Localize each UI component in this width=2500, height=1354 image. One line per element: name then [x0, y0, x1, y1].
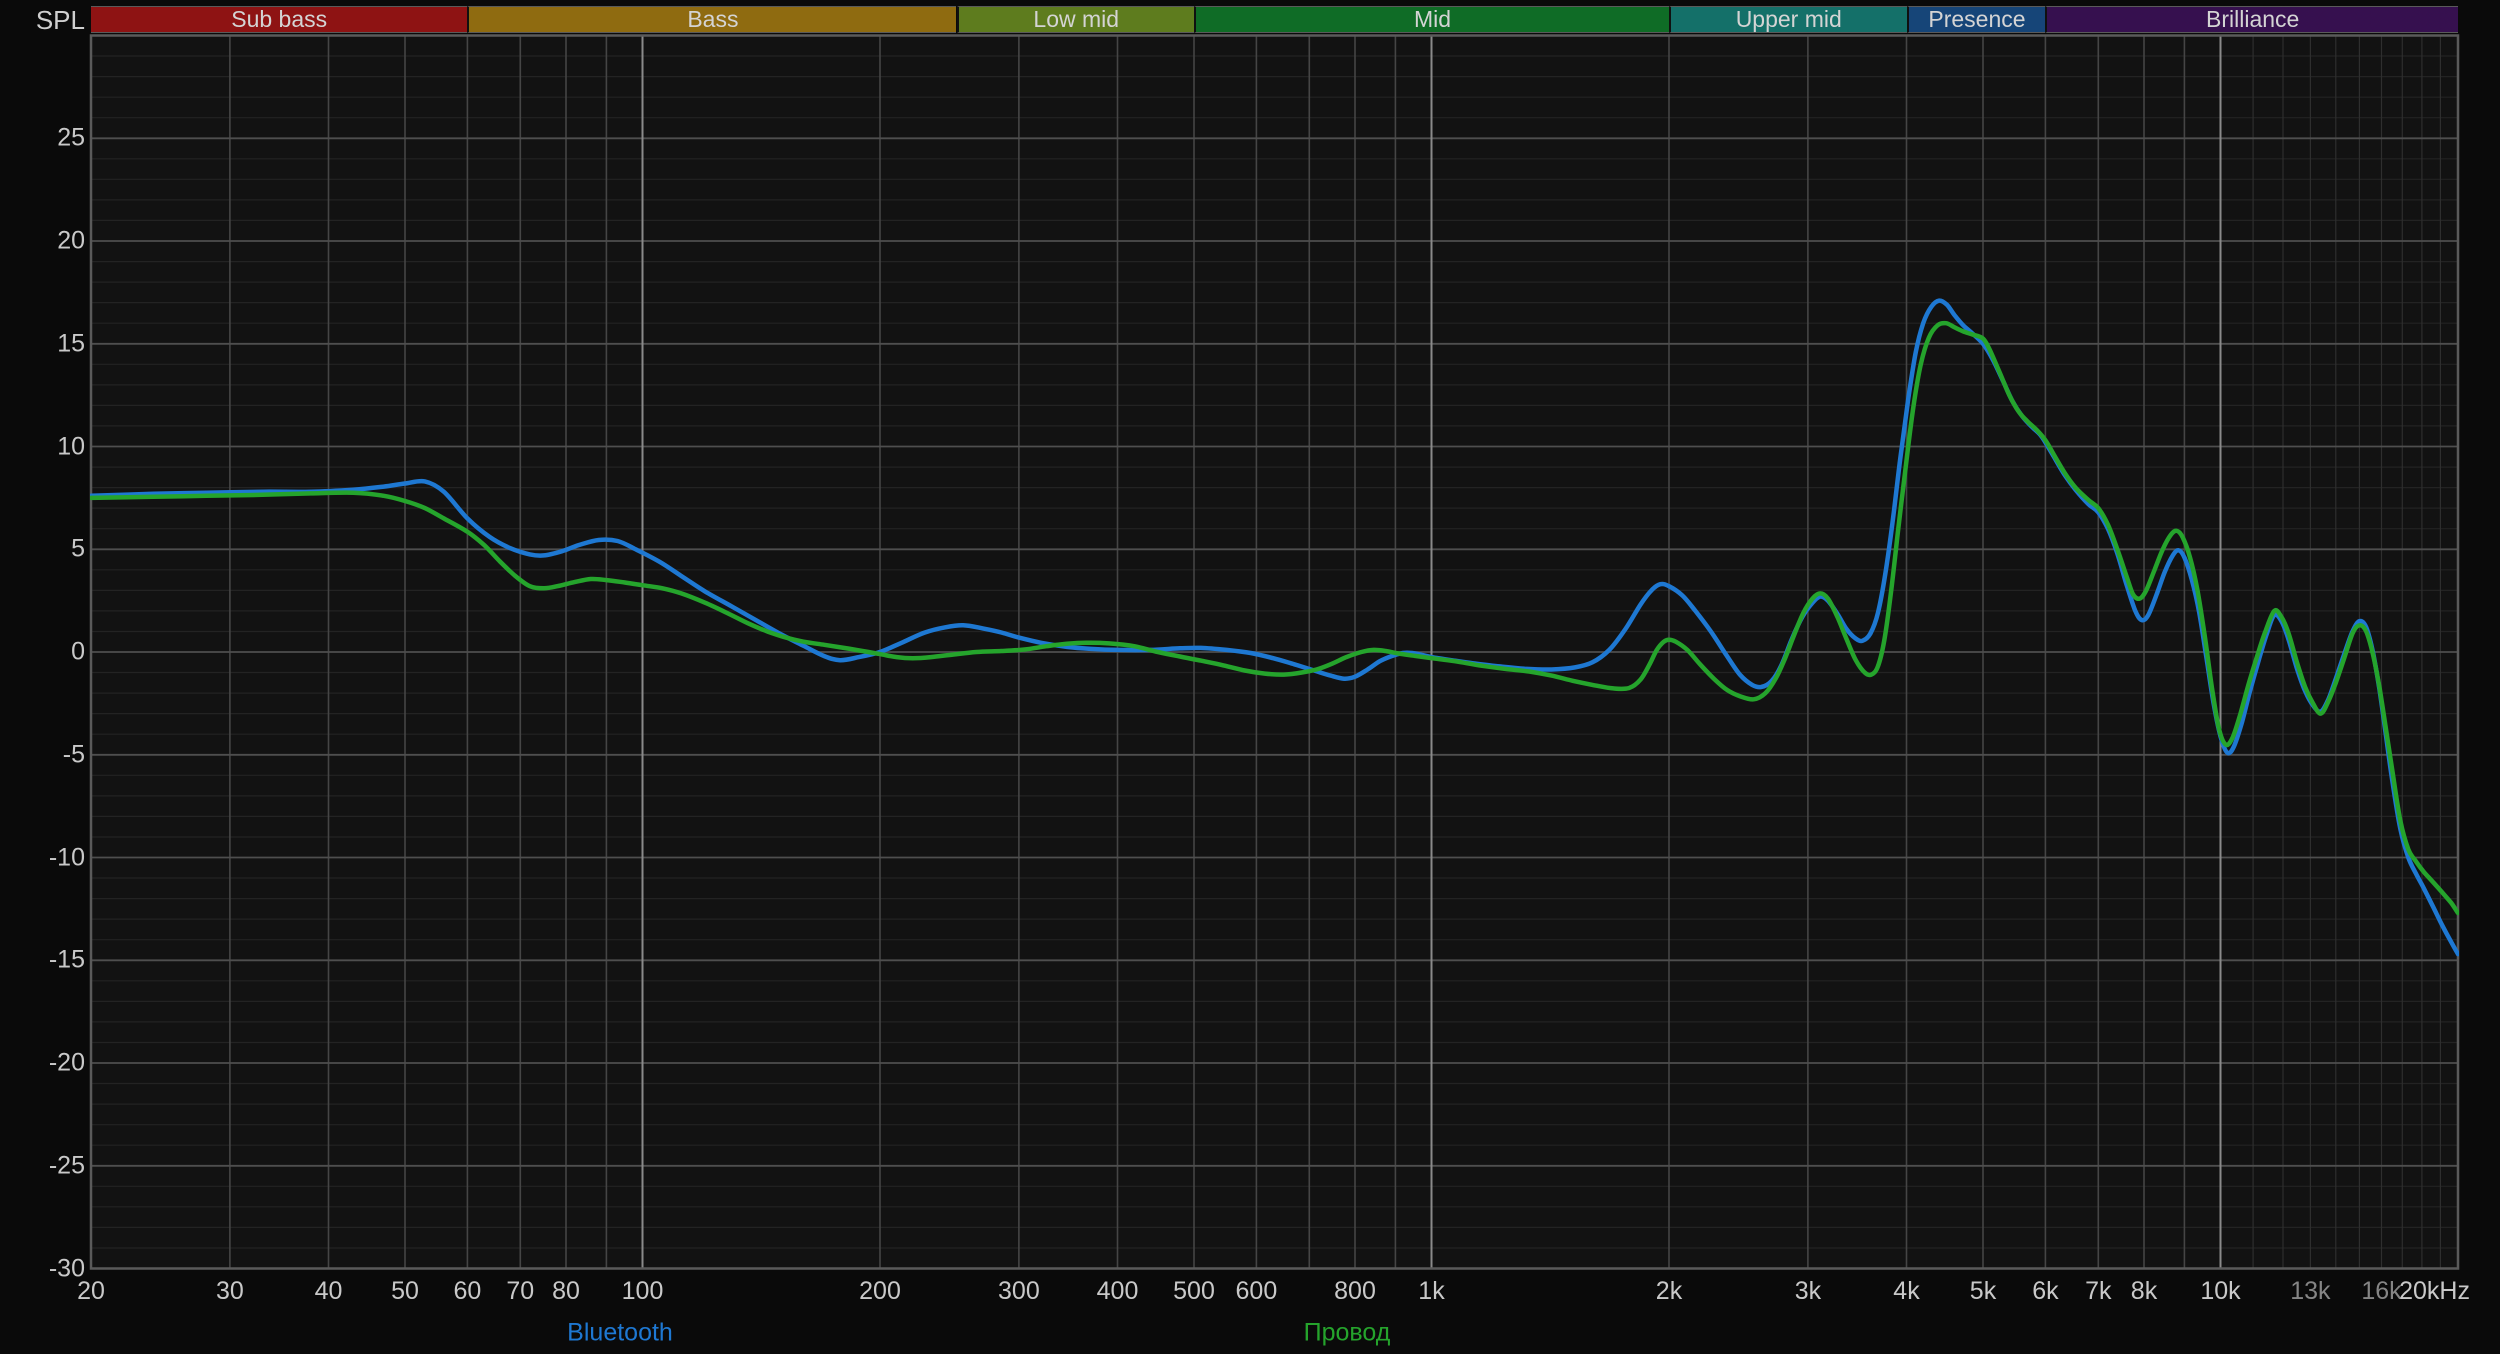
x-tick-200: 200 — [859, 1277, 901, 1306]
x-tick-70: 70 — [506, 1277, 534, 1306]
y-tick-20: 20 — [0, 227, 85, 256]
x-tick-60: 60 — [453, 1277, 481, 1306]
y-tick--25: -25 — [0, 1151, 85, 1180]
x-tick-800: 800 — [1334, 1277, 1376, 1306]
legend-item-bluetooth[interactable]: Bluetooth — [567, 1319, 673, 1348]
x-tick-80: 80 — [552, 1277, 580, 1306]
y-tick-10: 10 — [0, 432, 85, 461]
x-tick-100: 100 — [622, 1277, 664, 1306]
y-tick-5: 5 — [0, 535, 85, 564]
frequency-response-chart: SPL Sub bassBassLow midMidUpper midPrese… — [0, 0, 2500, 1354]
y-tick-0: 0 — [0, 638, 85, 667]
x-tick-20kHz: 20kHz — [2399, 1277, 2470, 1306]
y-tick--10: -10 — [0, 843, 85, 872]
x-tick-13k: 13k — [2290, 1277, 2330, 1306]
legend-item-wired[interactable]: Провод — [1304, 1319, 1391, 1348]
x-tick-16k: 16k — [2361, 1277, 2401, 1306]
y-tick--30: -30 — [0, 1254, 85, 1283]
plot-area — [0, 0, 2500, 1354]
x-tick-40: 40 — [315, 1277, 343, 1306]
x-tick-2k: 2k — [1656, 1277, 1682, 1306]
x-tick-5k: 5k — [1970, 1277, 1996, 1306]
y-tick-15: 15 — [0, 329, 85, 358]
x-tick-600: 600 — [1236, 1277, 1278, 1306]
x-tick-400: 400 — [1097, 1277, 1139, 1306]
x-tick-4k: 4k — [1893, 1277, 1919, 1306]
x-tick-1k: 1k — [1418, 1277, 1444, 1306]
x-tick-300: 300 — [998, 1277, 1040, 1306]
x-tick-50: 50 — [391, 1277, 419, 1306]
x-tick-500: 500 — [1173, 1277, 1215, 1306]
y-tick--20: -20 — [0, 1049, 85, 1078]
x-tick-6k: 6k — [2032, 1277, 2058, 1306]
x-tick-3k: 3k — [1795, 1277, 1821, 1306]
x-tick-7k: 7k — [2085, 1277, 2111, 1306]
x-tick-8k: 8k — [2131, 1277, 2157, 1306]
y-tick--5: -5 — [0, 740, 85, 769]
y-tick--15: -15 — [0, 946, 85, 975]
x-tick-20: 20 — [77, 1277, 105, 1306]
y-tick-25: 25 — [0, 124, 85, 153]
x-tick-10k: 10k — [2200, 1277, 2240, 1306]
x-tick-30: 30 — [216, 1277, 244, 1306]
